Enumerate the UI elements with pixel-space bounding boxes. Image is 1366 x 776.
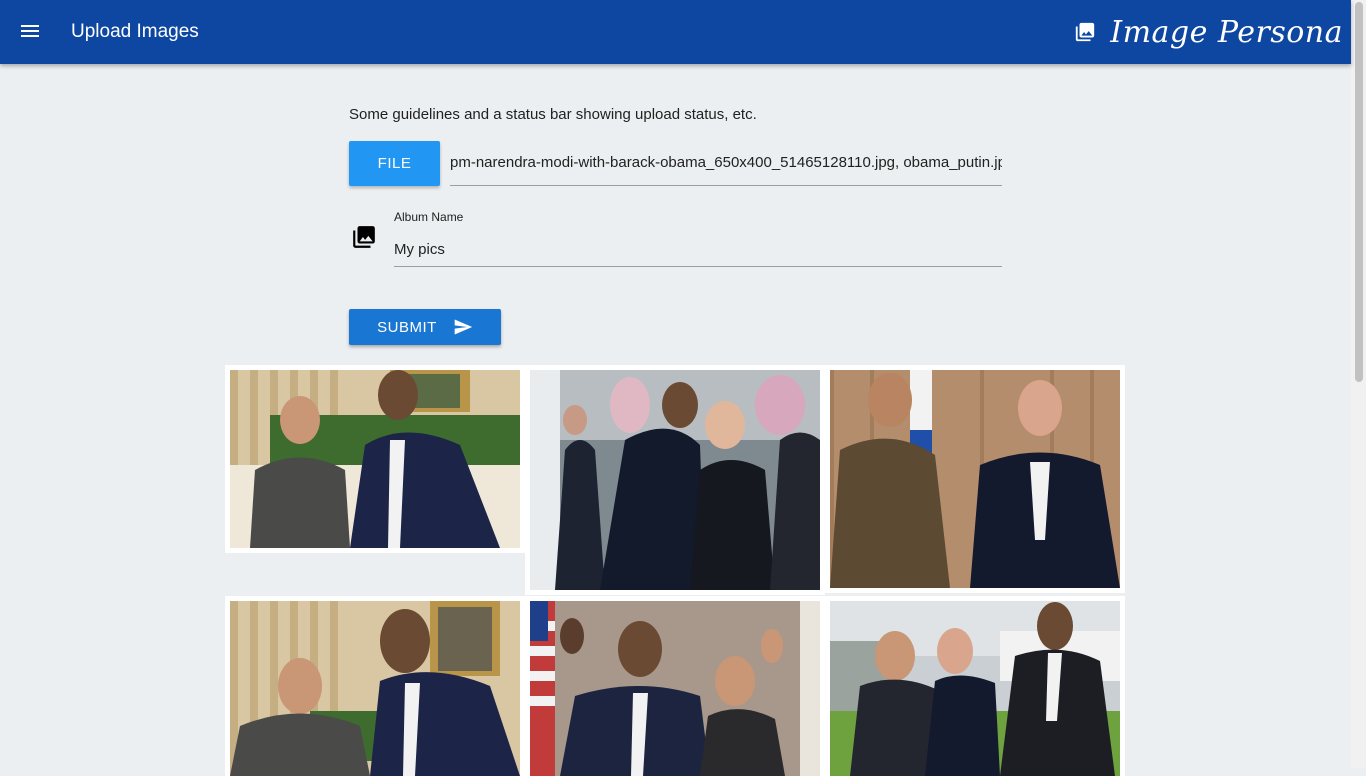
submit-button[interactable]: SUBMIT [349, 309, 501, 345]
gallery-photo[interactable] [530, 370, 820, 590]
gallery-card[interactable] [825, 365, 1125, 593]
gallery-photo[interactable] [230, 601, 520, 776]
selected-files-field[interactable]: pm-narendra-modi-with-barack-obama_650x4… [450, 152, 1002, 186]
submit-button-label: SUBMIT [377, 318, 437, 336]
gallery-photo[interactable] [830, 370, 1120, 588]
scrollbar[interactable] [1351, 0, 1366, 768]
menu-icon[interactable] [18, 20, 42, 44]
photo-library-icon [1076, 22, 1095, 42]
album-name-input[interactable] [394, 232, 1002, 267]
file-button[interactable]: FILE [349, 141, 440, 186]
brand-logo: Image Persona [1074, 10, 1343, 54]
gallery-photo[interactable] [830, 601, 1120, 776]
send-icon [454, 319, 472, 335]
photo-library-icon [353, 226, 375, 248]
gallery-card[interactable] [825, 596, 1125, 776]
gallery-card[interactable] [225, 365, 525, 553]
album-name-label: Album Name [394, 210, 464, 224]
gallery-photo[interactable] [530, 601, 820, 776]
gallery-card[interactable] [525, 596, 825, 776]
page-title: Upload Images [71, 21, 199, 42]
gallery-card[interactable] [225, 596, 525, 776]
gallery-photo[interactable] [230, 370, 520, 548]
brand-name: Image Persona [1110, 14, 1343, 50]
scrollbar-thumb[interactable] [1355, 2, 1363, 382]
app-bar: Upload Images Image Persona [0, 0, 1351, 64]
gallery-card[interactable] [525, 365, 825, 595]
guidelines-text: Some guidelines and a status bar showing… [349, 106, 757, 123]
